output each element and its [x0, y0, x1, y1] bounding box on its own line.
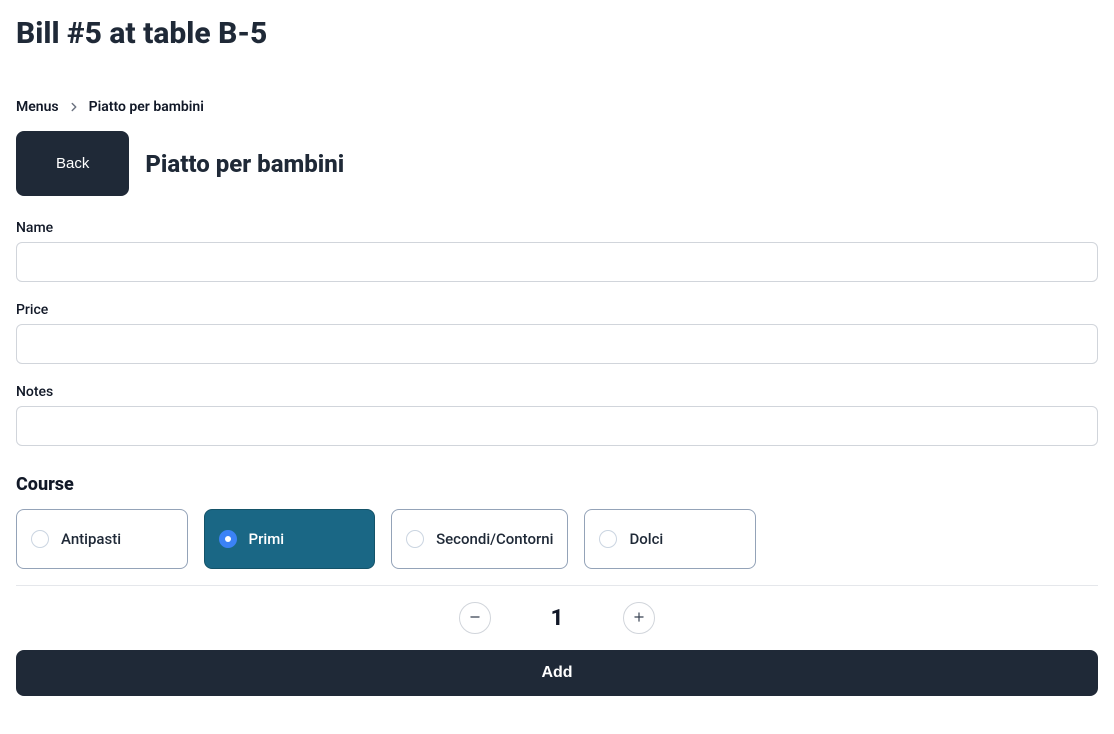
- minus-icon: [468, 610, 482, 627]
- course-options: Antipasti Primi Secondi/Contorni Dolci: [16, 509, 756, 569]
- breadcrumb-current: Piatto per bambini: [89, 99, 204, 115]
- price-label: Price: [16, 302, 1098, 318]
- radio-icon: [31, 530, 49, 548]
- back-button[interactable]: Back: [16, 131, 129, 196]
- course-option-primi[interactable]: Primi: [204, 509, 376, 569]
- name-input[interactable]: [16, 242, 1098, 282]
- course-option-dolci[interactable]: Dolci: [584, 509, 756, 569]
- decrement-button[interactable]: [459, 602, 491, 634]
- radio-icon: [599, 530, 617, 548]
- add-button[interactable]: Add: [16, 650, 1098, 696]
- quantity-value: 1: [547, 606, 567, 631]
- breadcrumb: Menus Piatto per bambini: [16, 99, 1098, 115]
- course-option-secondi[interactable]: Secondi/Contorni: [391, 509, 568, 569]
- quantity-stepper: 1: [16, 598, 1098, 650]
- radio-icon: [406, 530, 424, 548]
- course-heading: Course: [16, 474, 1098, 495]
- notes-input[interactable]: [16, 406, 1098, 446]
- price-input[interactable]: [16, 324, 1098, 364]
- radio-icon: [219, 530, 237, 548]
- plus-icon: [632, 610, 646, 627]
- divider: [16, 585, 1098, 586]
- section-title: Piatto per bambini: [145, 150, 344, 178]
- name-label: Name: [16, 220, 1098, 236]
- course-option-antipasti[interactable]: Antipasti: [16, 509, 188, 569]
- course-label: Antipasti: [61, 530, 121, 548]
- increment-button[interactable]: [623, 602, 655, 634]
- course-label: Dolci: [629, 530, 663, 548]
- title-row: Back Piatto per bambini: [16, 131, 1098, 196]
- notes-label: Notes: [16, 384, 1098, 400]
- page-title: Bill #5 at table B-5: [16, 16, 1098, 51]
- breadcrumb-root[interactable]: Menus: [16, 99, 59, 115]
- course-label: Primi: [249, 530, 285, 548]
- chevron-right-icon: [67, 100, 81, 114]
- course-label: Secondi/Contorni: [436, 530, 553, 548]
